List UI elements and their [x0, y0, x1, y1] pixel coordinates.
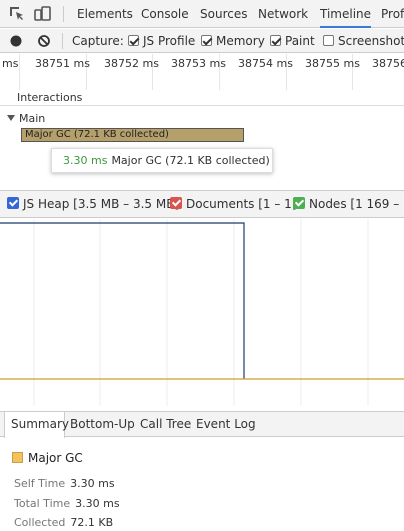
- memory-option[interactable]: Memory: [201, 33, 265, 49]
- legend-js-heap[interactable]: JS Heap [3.5 MB – 3.5 MB]: [7, 197, 179, 211]
- expand-triangle-icon[interactable]: [7, 115, 15, 121]
- nodes-checkbox[interactable]: [293, 197, 305, 209]
- inspect-element-icon[interactable]: [8, 5, 26, 23]
- js-profile-option[interactable]: JS Profile: [128, 33, 195, 49]
- legend-nodes[interactable]: Nodes [1 169 – 1 1: [293, 197, 404, 211]
- tab-bottom-up[interactable]: Bottom-Up: [70, 412, 135, 437]
- tab-timeline[interactable]: Timeline: [320, 0, 372, 28]
- devtools-toolbar: Elements Console Sources Network Timelin…: [0, 0, 404, 28]
- summary-row-collected: Collected 72.1 KB: [14, 516, 114, 529]
- event-tooltip: 3.30 ms Major GC (72.1 KB collected): [51, 148, 273, 173]
- tab-network[interactable]: Network: [258, 0, 308, 28]
- screenshots-option[interactable]: Screenshots: [323, 33, 404, 49]
- ruler-label: 38751 ms: [35, 57, 90, 70]
- documents-checkbox[interactable]: [170, 197, 182, 209]
- tab-elements[interactable]: Elements: [77, 0, 133, 28]
- event-color-swatch: [12, 452, 23, 463]
- ruler-label: 38755 ms: [305, 57, 360, 70]
- summary-title: Major GC: [12, 451, 83, 465]
- memory-checkbox[interactable]: [201, 35, 212, 46]
- tab-call-tree[interactable]: Call Tree: [140, 412, 191, 437]
- ruler-tick: [19, 54, 20, 90]
- device-mode-icon[interactable]: [34, 5, 52, 23]
- tooltip-label: Major GC (72.1 KB collected): [111, 154, 270, 167]
- js-heap-line: [0, 222, 245, 379]
- ruler-label: ms: [2, 57, 19, 70]
- legend-documents[interactable]: Documents [1 – 1]: [170, 197, 297, 211]
- tab-profiles[interactable]: Profi: [381, 0, 404, 28]
- paint-option[interactable]: Paint: [270, 33, 315, 49]
- screenshots-checkbox[interactable]: [323, 35, 334, 46]
- toolbar-separator: [63, 6, 64, 22]
- track-divider: [0, 105, 404, 106]
- details-tabs: Summary Bottom-Up Call Tree Event Log: [0, 411, 404, 438]
- record-icon[interactable]: [9, 34, 23, 48]
- clear-icon[interactable]: [37, 34, 51, 48]
- major-gc-event[interactable]: Major GC (72.1 KB collected): [21, 128, 244, 142]
- capture-toolbar: Capture: JS Profile Memory Paint Screens…: [0, 29, 404, 53]
- capture-separator: [62, 33, 63, 49]
- ruler-label: 38753 ms: [171, 57, 226, 70]
- paint-checkbox[interactable]: [270, 35, 281, 46]
- tab-summary[interactable]: Summary: [4, 412, 69, 438]
- tooltip-duration: 3.30 ms: [63, 154, 108, 167]
- ruler-label: 38754 ms: [238, 57, 293, 70]
- tab-event-log[interactable]: Event Log: [196, 412, 256, 437]
- main-track-header[interactable]: Main: [7, 112, 45, 125]
- summary-row-total-time: Total Time 3.30 ms: [14, 497, 120, 510]
- time-ruler[interactable]: ms 38751 ms 38752 ms 38753 ms 38754 ms 3…: [0, 54, 404, 90]
- memory-counters-graph[interactable]: [0, 219, 404, 406]
- summary-row-self-time: Self Time 3.30 ms: [14, 477, 115, 490]
- js-profile-checkbox[interactable]: [128, 35, 139, 46]
- ruler-label: 38752 ms: [104, 57, 159, 70]
- capture-label: Capture:: [72, 34, 124, 48]
- counter-graph-svg: [0, 219, 404, 406]
- tab-sources[interactable]: Sources: [200, 0, 247, 28]
- tab-console[interactable]: Console: [141, 0, 189, 28]
- interactions-track-label: Interactions: [17, 91, 83, 104]
- ruler-label: 38756: [372, 57, 404, 70]
- js-heap-checkbox[interactable]: [7, 197, 19, 209]
- counters-legend: JS Heap [3.5 MB – 3.5 MB] Documents [1 –…: [0, 190, 404, 218]
